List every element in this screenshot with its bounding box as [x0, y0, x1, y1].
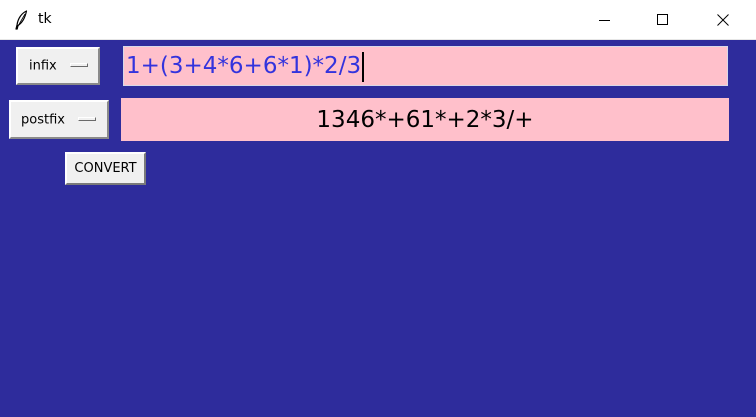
postfix-menu-label: postfix [21, 112, 65, 127]
app-window: tk infix 1+(3+4*6+6*1)*2/3 postfix 1346*… [0, 0, 756, 417]
maximize-icon [657, 14, 668, 25]
postfix-output-text: 1346*+61*+2*3/+ [316, 107, 534, 133]
feather-icon [15, 10, 28, 30]
postfix-output[interactable]: 1346*+61*+2*3/+ [121, 98, 729, 141]
infix-input[interactable]: 1+(3+4*6+6*1)*2/3 [123, 46, 728, 86]
convert-button[interactable]: CONVERT [65, 152, 146, 185]
text-cursor [362, 51, 365, 82]
maximize-button[interactable] [634, 0, 692, 40]
infix-input-text: 1+(3+4*6+6*1)*2/3 [126, 53, 362, 79]
close-button[interactable] [694, 0, 752, 40]
minimize-icon [599, 20, 610, 21]
close-icon [717, 14, 729, 26]
minimize-button[interactable] [576, 0, 634, 40]
window-title: tk [38, 11, 52, 27]
infix-option-menu[interactable]: infix [16, 47, 100, 85]
infix-menu-label: infix [29, 58, 57, 74]
menu-indicator-icon [78, 116, 96, 121]
title-bar[interactable]: tk [0, 0, 756, 40]
postfix-option-menu[interactable]: postfix [9, 100, 109, 139]
menu-indicator-icon [70, 63, 88, 67]
